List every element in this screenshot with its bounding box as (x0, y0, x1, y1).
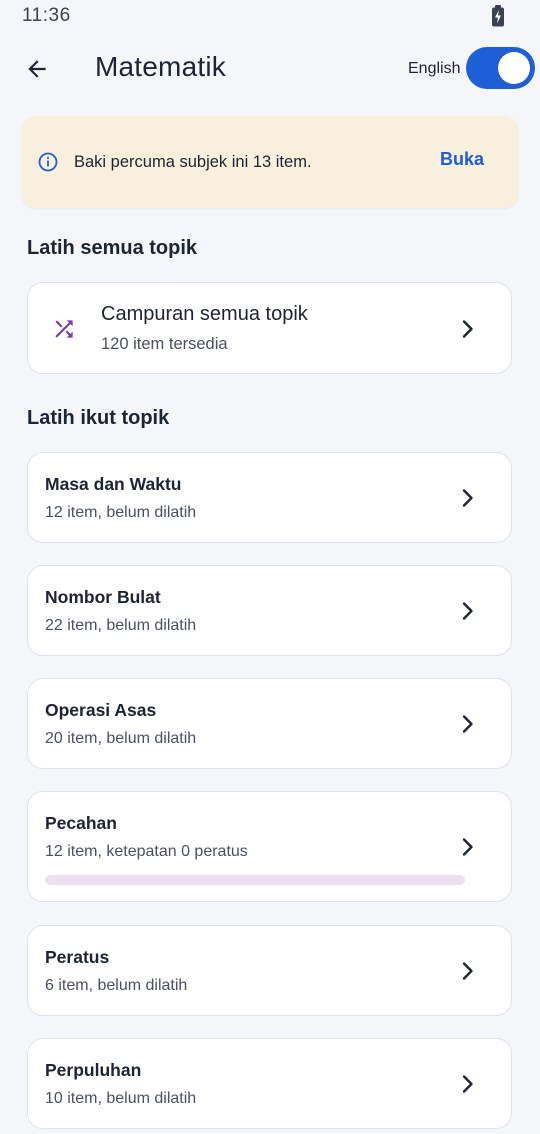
language-toggle[interactable] (466, 47, 535, 89)
topic-title: Peratus (45, 947, 110, 967)
back-button[interactable] (14, 46, 60, 92)
arrow-left-icon (28, 60, 46, 78)
mixed-topics-subtitle: 120 item tersedia (101, 335, 228, 353)
topic-subtitle: 10 item, belum dilatih (45, 1090, 197, 1107)
topic-subtitle: 12 item, ketepatan 0 peratus (45, 843, 248, 860)
topic-title: Nombor Bulat (45, 587, 161, 607)
accuracy-progress-bar (45, 875, 465, 885)
topic-card-perpuluhan[interactable]: Perpuluhan 10 item, belum dilatih (27, 1038, 512, 1129)
app-bar: Matematik English (0, 38, 540, 98)
free-balance-notice: Baki percuma subjek ini 13 item. Buka (22, 116, 518, 208)
topic-subtitle: 22 item, belum dilatih (45, 617, 197, 634)
chevron-right-icon (462, 962, 473, 980)
language-label: English (408, 60, 461, 77)
page-title: Matematik (95, 51, 226, 82)
topic-card-pecahan[interactable]: Pecahan 12 item, ketepatan 0 peratus (27, 791, 512, 902)
shuffle-icon (55, 320, 73, 338)
chevron-right-icon (462, 715, 473, 733)
topic-title: Perpuluhan (45, 1060, 142, 1080)
chevron-right-icon (462, 489, 473, 507)
chevron-right-icon (462, 838, 473, 856)
mixed-topics-card[interactable]: Campuran semua topik 120 item tersedia (27, 282, 512, 374)
open-button[interactable]: Buka (440, 149, 484, 170)
topic-title: Pecahan (45, 813, 117, 833)
info-icon (38, 152, 58, 172)
topic-card-operasi-asas[interactable]: Operasi Asas 20 item, belum dilatih (27, 678, 512, 769)
topic-subtitle: 6 item, belum dilatih (45, 977, 188, 994)
chevron-right-icon (462, 320, 473, 338)
topic-card-peratus[interactable]: Peratus 6 item, belum dilatih (27, 925, 512, 1016)
status-time: 11:36 (22, 5, 71, 26)
mixed-topics-title: Campuran semua topik (101, 303, 308, 325)
status-bar: 11:36 (0, 0, 540, 32)
section-title-all-topics: Latih semua topik (27, 237, 198, 259)
topic-title: Operasi Asas (45, 700, 157, 720)
toggle-knob (498, 52, 530, 84)
notice-text: Baki percuma subjek ini 13 item. (74, 153, 312, 171)
topic-subtitle: 12 item, belum dilatih (45, 504, 197, 521)
topic-card-nombor-bulat[interactable]: Nombor Bulat 22 item, belum dilatih (27, 565, 512, 656)
topic-subtitle: 20 item, belum dilatih (45, 730, 197, 747)
chevron-right-icon (462, 602, 473, 620)
topic-title: Masa dan Waktu (45, 474, 182, 494)
battery-charging-icon (492, 5, 504, 27)
topic-card-masa-dan-waktu[interactable]: Masa dan Waktu 12 item, belum dilatih (27, 452, 512, 543)
section-title-by-topic: Latih ikut topik (27, 407, 170, 429)
chevron-right-icon (462, 1075, 473, 1093)
